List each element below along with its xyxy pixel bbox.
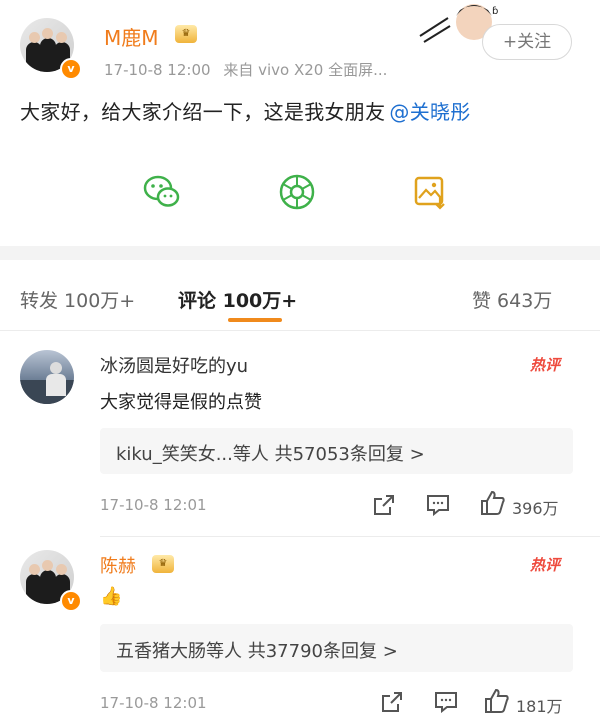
- comment-text: 👍: [100, 586, 123, 607]
- tab-bar: 转发 100万+ 评论 100万+ 赞 643万: [0, 260, 600, 328]
- comment-icon[interactable]: [426, 494, 450, 516]
- tab-likes[interactable]: 赞 643万: [472, 286, 552, 313]
- crown-badge-icon: ♛: [152, 555, 174, 573]
- like-icon[interactable]: [484, 688, 510, 714]
- verified-badge-icon: v: [60, 58, 82, 80]
- moments-share-icon[interactable]: [277, 172, 317, 212]
- repost-icon[interactable]: [380, 690, 404, 714]
- comment-time: 17-10-8 12:01: [100, 694, 207, 712]
- comment-time: 17-10-8 12:01: [100, 496, 207, 514]
- reply-summary-box[interactable]: 五香猪大肠等人 共37790条回复 >: [100, 624, 573, 672]
- crown-badge-icon: ♛: [175, 25, 197, 43]
- like-icon[interactable]: [480, 490, 506, 516]
- mention-link[interactable]: @关晓彤: [389, 100, 470, 124]
- section-gap: [0, 246, 600, 260]
- svg-text:ɓ: ɓ: [492, 6, 498, 17]
- hot-comment-badge: 热评: [530, 556, 561, 574]
- comment-divider: [100, 536, 600, 537]
- author-name[interactable]: M鹿M: [104, 22, 159, 51]
- post-source: 来自 vivo X20 全面屏...: [223, 61, 388, 79]
- post-text: 大家好，给大家介绍一下，这是我女朋友 @关晓彤: [20, 96, 471, 125]
- post-body: 大家好，给大家介绍一下，这是我女朋友: [20, 100, 386, 124]
- comment-icon[interactable]: [434, 691, 458, 713]
- hot-comment-badge: 热评: [530, 356, 561, 374]
- reply-summary: 五香猪大肠等人 共37790条回复 >: [116, 641, 398, 662]
- active-tab-indicator: [228, 318, 282, 322]
- repost-icon[interactable]: [372, 493, 396, 517]
- save-image-icon[interactable]: [410, 172, 450, 212]
- follow-button[interactable]: +关注: [482, 24, 572, 60]
- tab-comments[interactable]: 评论 100万+: [178, 286, 297, 313]
- commenter-name[interactable]: 冰汤圆是好吃的yu: [100, 352, 248, 378]
- commenter-avatar[interactable]: [20, 350, 74, 404]
- tab-repost[interactable]: 转发 100万+: [20, 286, 135, 313]
- wechat-share-icon[interactable]: [142, 172, 182, 212]
- reply-summary-box[interactable]: kiku_笑笑女...等人 共57053条回复 >: [100, 428, 573, 474]
- like-count: 396万: [512, 499, 559, 518]
- post-meta: 17-10-8 12:00 来自 vivo X20 全面屏...: [104, 59, 387, 80]
- verified-badge-icon: v: [60, 590, 82, 612]
- comment-text: 大家觉得是假的点赞: [100, 392, 262, 413]
- post-timestamp: 17-10-8 12:00: [104, 61, 211, 79]
- commenter-name[interactable]: 陈赫: [100, 552, 136, 578]
- tabs-divider: [0, 330, 600, 331]
- reply-summary: kiku_笑笑女...等人 共57053条回复 >: [116, 444, 425, 465]
- like-count: 181万: [516, 697, 563, 716]
